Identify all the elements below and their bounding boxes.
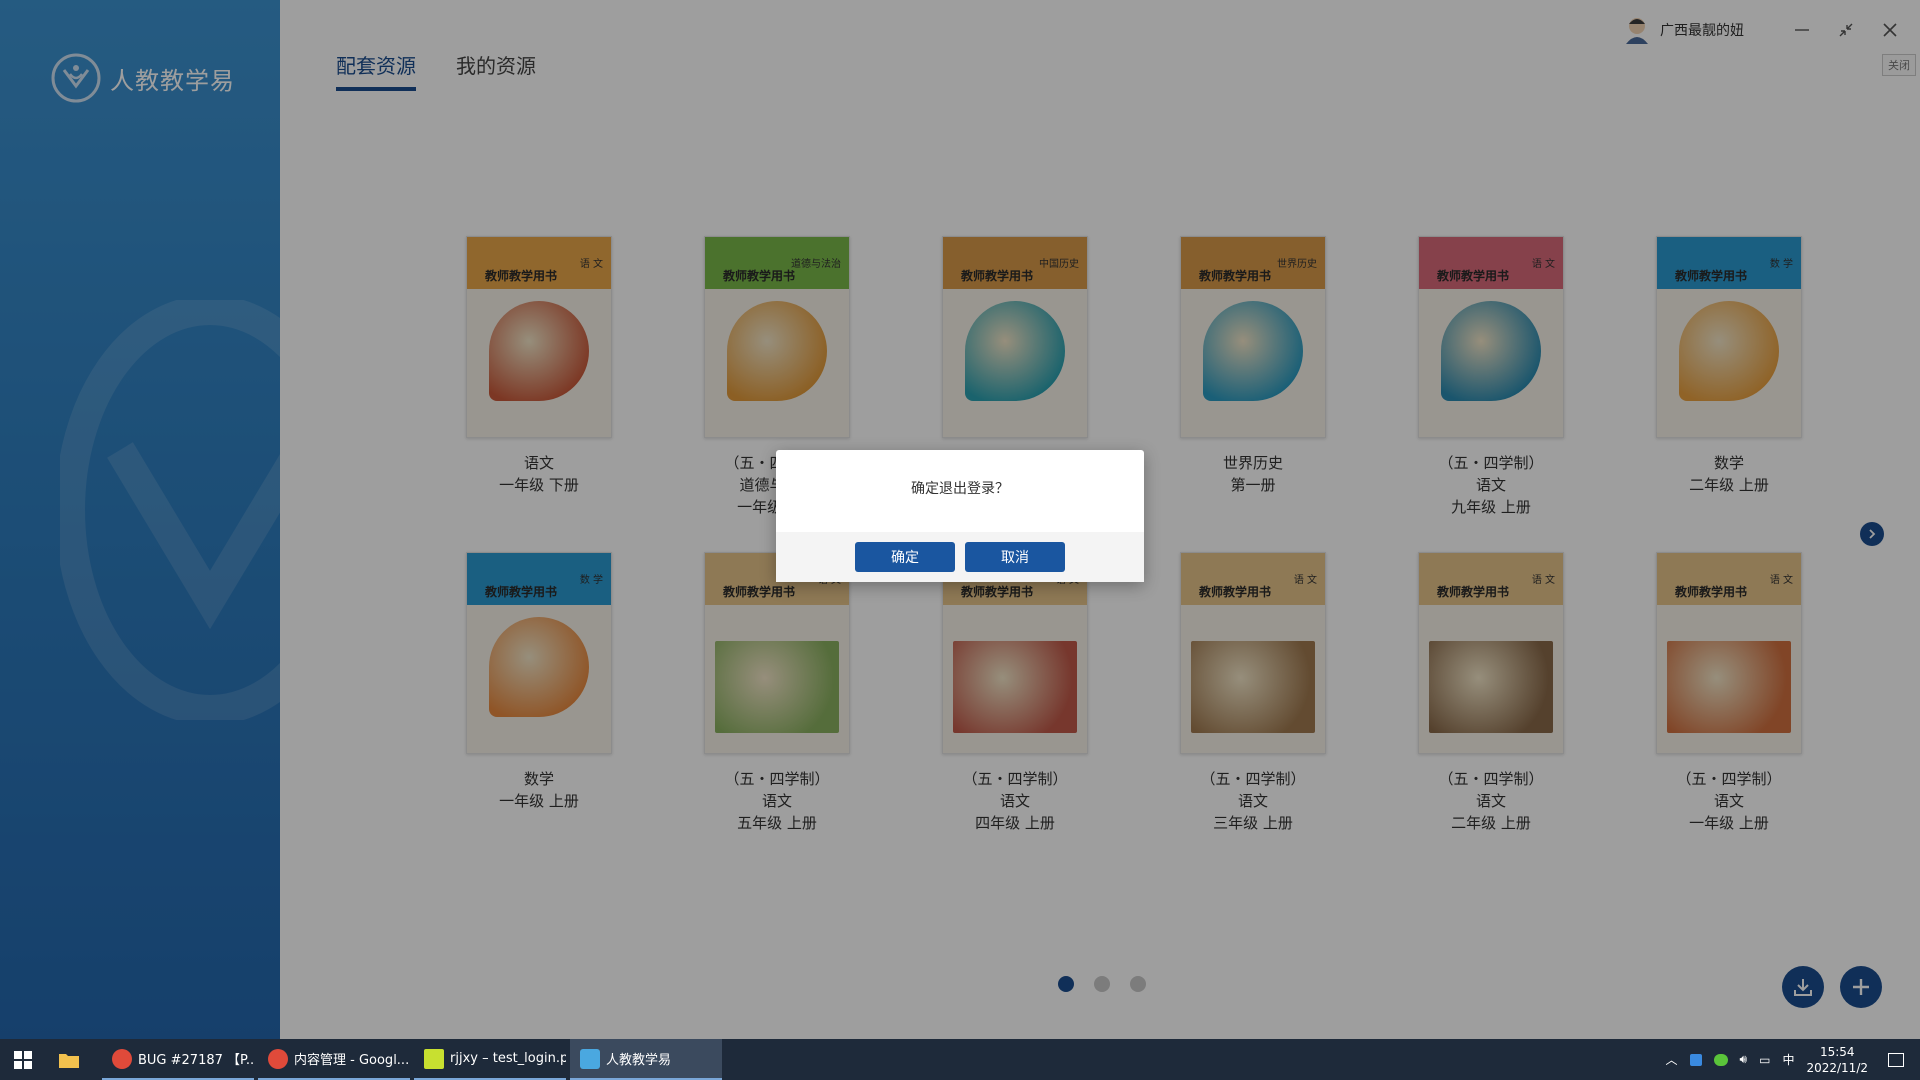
volume-icon[interactable]: 🔊︎ (1740, 1052, 1748, 1067)
chrome-icon (112, 1048, 132, 1069)
clock-date: 2022/11/2 (1806, 1060, 1868, 1075)
taskbar-item-pycharm[interactable]: rjjxy – test_login.p... (414, 1039, 566, 1080)
dialog-footer: 确定 取消 (776, 532, 1144, 582)
taskbar-item-bug[interactable]: BUG #27187 【P... (102, 1039, 254, 1080)
logout-confirm-dialog: 确定退出登录？ 确定 取消 (776, 450, 1144, 582)
chevron-up-icon[interactable]: ︿ (1666, 1051, 1678, 1068)
wechat-icon[interactable] (1713, 1053, 1728, 1066)
network-icon[interactable]: ▭ (1759, 1053, 1770, 1067)
clock-time: 15:54 (1819, 1044, 1855, 1059)
taskbar-item-label: rjjxy – test_login.p... (450, 1051, 566, 1066)
app-taskbar-icon (580, 1048, 600, 1069)
notification-icon[interactable] (1888, 1052, 1904, 1067)
windows-icon (14, 1050, 32, 1069)
taskbar-item-app[interactable]: 人教教学易 (570, 1039, 722, 1080)
clock[interactable]: 15:54 2022/11/2 (1806, 1044, 1868, 1076)
security-icon[interactable] (1689, 1053, 1702, 1066)
confirm-button[interactable]: 确定 (855, 542, 955, 572)
taskbar-item-label: 人教教学易 (606, 1053, 672, 1068)
cancel-button[interactable]: 取消 (965, 542, 1065, 572)
system-tray: ︿ 🔊︎ ▭ 中 15:54 2022/11/2 (1660, 1039, 1920, 1080)
file-explorer-button[interactable] (46, 1039, 92, 1080)
dialog-message: 确定退出登录？ (911, 481, 1009, 497)
taskbar: BUG #27187 【P... 内容管理 - Googl... rjjxy –… (0, 1039, 1920, 1080)
folder-icon (59, 1053, 79, 1068)
taskbar-item-label: 内容管理 - Googl... (294, 1053, 410, 1068)
chrome-icon (268, 1048, 288, 1069)
taskbar-item-content[interactable]: 内容管理 - Googl... (258, 1039, 410, 1080)
start-button[interactable] (0, 1039, 46, 1080)
ime-indicator[interactable]: 中 (1782, 1051, 1794, 1068)
taskbar-item-label: BUG #27187 【P... (138, 1053, 254, 1068)
pycharm-icon (424, 1048, 444, 1069)
